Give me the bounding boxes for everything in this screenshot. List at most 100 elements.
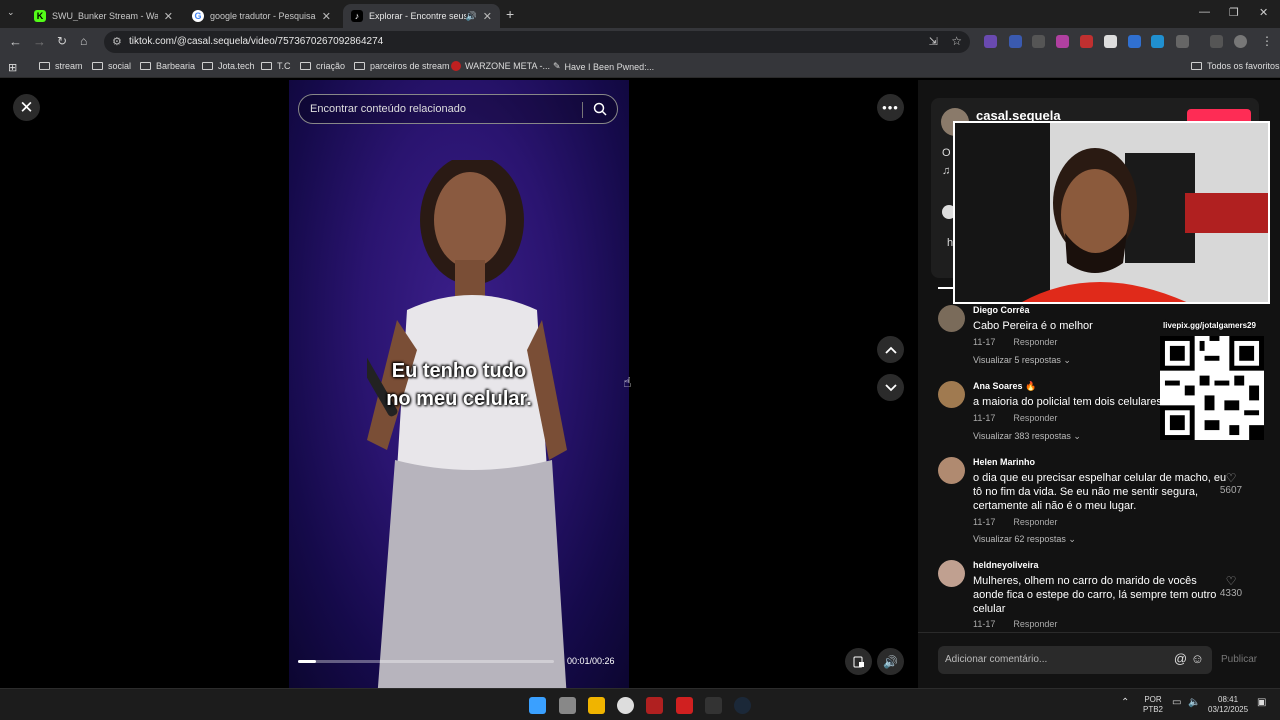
bookmark-folder[interactable]: social xyxy=(92,61,131,71)
reply-button[interactable]: Responder xyxy=(1013,619,1057,629)
bookmark-folder[interactable]: parceiros de stream xyxy=(354,61,450,71)
close-icon[interactable]: ✕ xyxy=(164,10,173,23)
apps-grid-icon[interactable]: ⊞ xyxy=(8,61,17,74)
folder-icon xyxy=(39,62,50,70)
commenter-avatar[interactable] xyxy=(938,457,965,484)
address-bar[interactable]: ⚙ tiktok.com/@casal.sequela/video/757367… xyxy=(104,31,970,53)
close-video-button[interactable]: ✕ xyxy=(13,94,40,121)
pip-icon xyxy=(853,656,864,667)
epic-games-icon[interactable] xyxy=(705,697,722,714)
task-view-icon[interactable] xyxy=(559,697,576,714)
profile-icon[interactable] xyxy=(1234,35,1247,48)
network-icon[interactable]: ▭ xyxy=(1172,698,1181,708)
view-replies[interactable]: Visualizar 5 respostas ⌄ xyxy=(973,355,1071,366)
bookmark-folder[interactable]: Barbearia xyxy=(140,61,195,71)
bookmark-link[interactable]: ✎ Have I Been Pwned:... xyxy=(553,61,654,72)
picture-in-picture-button[interactable] xyxy=(845,648,872,675)
chrome-icon[interactable] xyxy=(617,697,634,714)
more-options-button[interactable]: ••• xyxy=(877,94,904,121)
commenter-name[interactable]: Helen Marinho xyxy=(973,457,1035,467)
tab-search-icon[interactable]: ⌄ xyxy=(7,7,15,18)
qr-code-icon xyxy=(1160,336,1264,440)
minimize-button[interactable]: — xyxy=(1199,6,1210,18)
extension-icon[interactable] xyxy=(1056,35,1069,48)
bookmark-link[interactable]: WARZONE META -... xyxy=(451,61,550,71)
app-icon[interactable] xyxy=(646,697,663,714)
audio-playing-icon[interactable]: 🔊 xyxy=(466,11,477,22)
bookmark-label: parceiros de stream xyxy=(370,61,450,71)
extension-icon[interactable] xyxy=(1128,35,1141,48)
music-note-icon: ♫ xyxy=(942,165,951,177)
like-button[interactable]: ♡ 4330 xyxy=(1216,574,1246,599)
like-button[interactable]: ♡ 5607 xyxy=(1216,471,1246,496)
reply-button[interactable]: Responder xyxy=(1013,413,1057,423)
language-indicator[interactable]: POR PTB2 xyxy=(1143,695,1163,715)
related-content-search[interactable]: Encontrar conteúdo relacionado xyxy=(298,94,618,124)
comment-date: 11-17 xyxy=(973,413,996,423)
video-progress-bar[interactable] xyxy=(298,660,554,663)
all-bookmarks[interactable]: Todos os favoritos xyxy=(1191,61,1280,71)
bookmark-label: criação xyxy=(316,61,346,71)
bookmark-folder[interactable]: Jota.tech xyxy=(202,61,255,71)
commenter-avatar[interactable] xyxy=(938,305,965,332)
close-icon[interactable]: ✕ xyxy=(483,10,492,23)
bookmark-label: WARZONE META -... xyxy=(465,61,550,71)
back-icon[interactable]: ← xyxy=(9,34,22,49)
app-icon[interactable] xyxy=(676,697,693,714)
search-icon[interactable] xyxy=(593,102,607,116)
clock[interactable]: 08:41 03/12/2025 xyxy=(1208,695,1248,715)
view-replies[interactable]: Visualizar 62 respostas ⌄ xyxy=(973,534,1076,545)
reload-icon[interactable]: ↻ xyxy=(57,34,67,48)
tab-google[interactable]: G google tradutor - Pesquisa Goo ✕ xyxy=(184,4,339,28)
close-icon[interactable]: ✕ xyxy=(322,10,331,23)
forward-icon[interactable]: → xyxy=(33,34,46,49)
volume-tray-icon[interactable]: 🔈 xyxy=(1188,698,1200,708)
extension-icon[interactable] xyxy=(1151,35,1164,48)
windows-start-icon[interactable] xyxy=(529,697,546,714)
steam-icon[interactable] xyxy=(734,697,751,714)
bookmark-folder[interactable]: stream xyxy=(39,61,83,71)
chevron-up-icon xyxy=(884,346,897,354)
bookmark-folder[interactable]: criação xyxy=(300,61,345,71)
extension-icon[interactable] xyxy=(1104,35,1117,48)
folder-icon xyxy=(92,62,103,70)
extension-icon[interactable] xyxy=(1032,35,1045,48)
comment-input[interactable]: Adicionar comentário... @ ☺ xyxy=(938,646,1212,674)
view-replies[interactable]: Visualizar 383 respostas ⌄ xyxy=(973,431,1081,442)
menu-kebab-icon[interactable]: ⋮ xyxy=(1261,34,1273,48)
file-explorer-icon[interactable] xyxy=(588,697,605,714)
commenter-name[interactable]: Ana Soares 🔥 xyxy=(973,381,1036,392)
reply-button[interactable]: Responder xyxy=(1013,337,1057,347)
extensions-puzzle-icon[interactable] xyxy=(1176,35,1189,48)
reply-button[interactable]: Responder xyxy=(1013,517,1057,527)
tab-kick[interactable]: K SWU_Bunker Stream - Watch Li ✕ xyxy=(26,4,181,28)
commenter-avatar[interactable] xyxy=(938,560,965,587)
close-window-button[interactable]: ✕ xyxy=(1259,6,1268,19)
mention-icon[interactable]: @ xyxy=(1174,651,1187,666)
emoji-icon[interactable]: ☺ xyxy=(1191,651,1204,666)
comment-date: 11-17 xyxy=(973,337,996,347)
extension-icon[interactable] xyxy=(1080,35,1093,48)
tab-tiktok[interactable]: ♪ Explorar - Encontre seus víd 🔊 ✕ xyxy=(343,4,500,28)
chevron-up-icon[interactable]: ⌃ xyxy=(1121,698,1129,708)
restore-button[interactable]: ❐ xyxy=(1229,6,1239,19)
site-info-icon[interactable]: ⚙ xyxy=(112,35,122,48)
commenter-name[interactable]: Diego Corrêa xyxy=(973,305,1030,315)
extension-icon[interactable] xyxy=(984,35,997,48)
media-icon[interactable] xyxy=(1210,35,1223,48)
folder-icon xyxy=(140,62,151,70)
new-tab-button[interactable]: + xyxy=(506,6,514,22)
home-icon[interactable]: ⌂ xyxy=(80,34,87,48)
extension-icon[interactable] xyxy=(1009,35,1022,48)
previous-video-button[interactable] xyxy=(877,336,904,363)
notification-icon[interactable]: ▣ xyxy=(1257,698,1266,708)
bookmark-folder[interactable]: T.C xyxy=(261,61,291,71)
install-app-icon[interactable]: ⇲ xyxy=(929,35,938,48)
commenter-avatar[interactable] xyxy=(938,381,965,408)
commenter-name[interactable]: heldneyoliveira xyxy=(973,560,1039,570)
view-replies-label: Visualizar 62 respostas xyxy=(973,534,1066,544)
next-video-button[interactable] xyxy=(877,374,904,401)
volume-button[interactable]: 🔊 xyxy=(877,648,904,675)
bookmark-star-icon[interactable]: ☆ xyxy=(951,34,962,48)
publish-button[interactable]: Publicar xyxy=(1221,654,1257,665)
